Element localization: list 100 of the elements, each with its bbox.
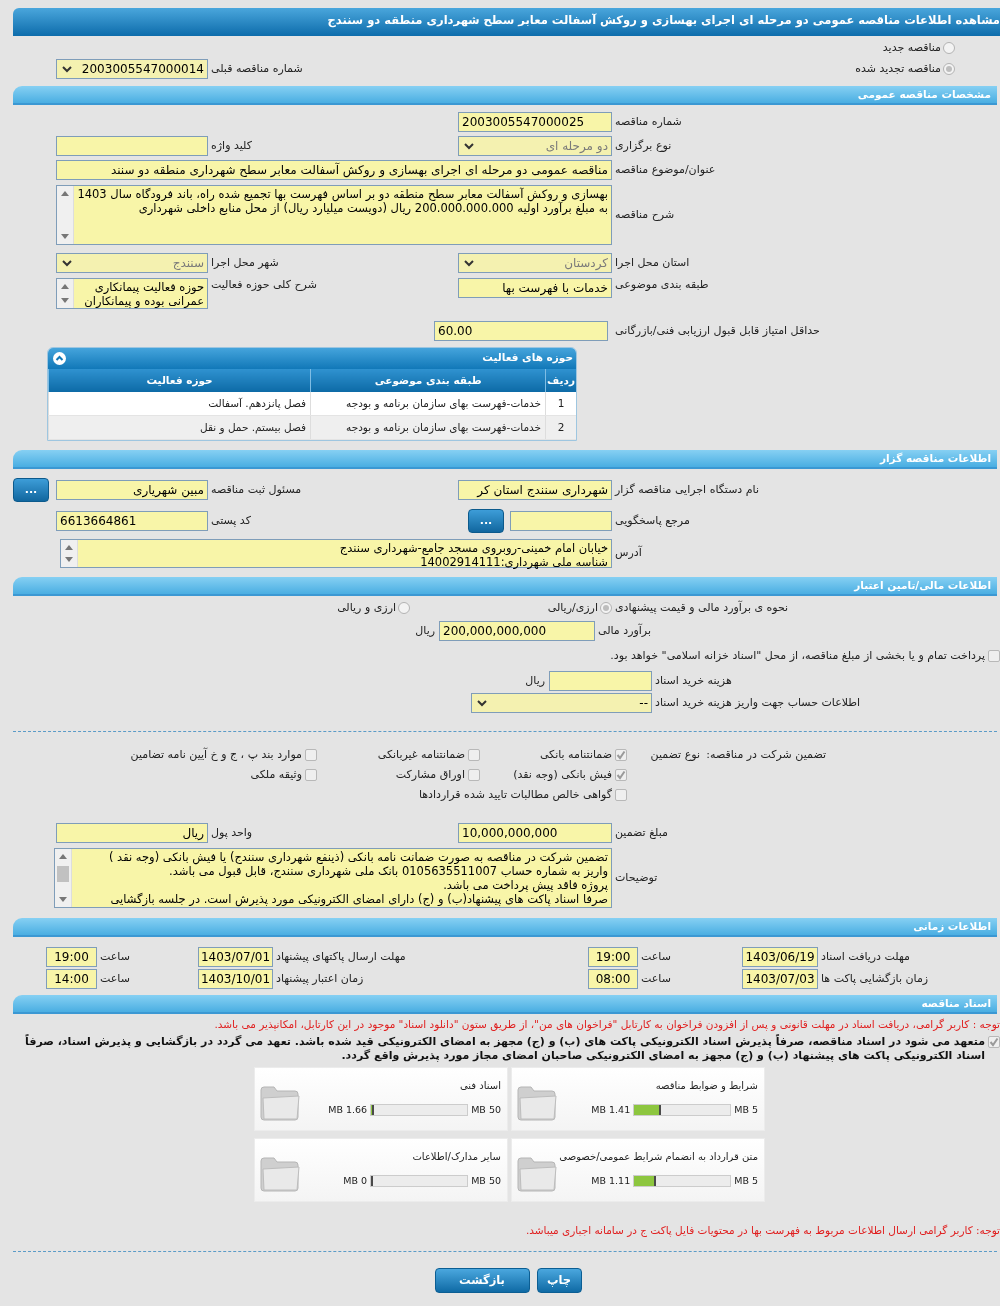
file-name: اسناد فنی <box>460 1079 501 1093</box>
field-label: کلید واژه <box>210 139 253 154</box>
column-header: طبقه بندی موضوعی <box>310 369 546 393</box>
text-area[interactable]: بهسازی و روکش آسفالت معابر سطح منطقه دو بر اساس فهرست بها تجمیع شده راه، باند فرودگاه سال 1403 به مبلغ برآورد اولیه 200.000.000.000 ریال (دویست میلیارد ریال) از محل منابع داخلی شهرداری <box>56 185 612 246</box>
checkbox[interactable] <box>615 769 627 782</box>
input-field[interactable] <box>510 510 612 531</box>
action-button[interactable]: بازگشت <box>434 1267 530 1293</box>
ellipsis-button[interactable]: ... <box>468 508 504 533</box>
input-field[interactable]: 10,000,000,000 <box>458 823 612 844</box>
radio-button[interactable] <box>943 42 955 55</box>
panel-title: حوزه های فعالیت <box>482 351 573 366</box>
table-cell: خدمات-فهرست بهای سازمان برنامه و بودجه <box>310 392 546 416</box>
folder-icon <box>259 1155 301 1194</box>
input-field[interactable]: ریال <box>56 823 208 844</box>
field-label: مبلغ تضمین <box>614 826 669 841</box>
input-field[interactable]: 08:00 <box>588 969 638 990</box>
table-cell: 2 <box>545 415 576 440</box>
chevron-icon <box>62 66 72 74</box>
file-size: 1.11 MB <box>591 1175 631 1188</box>
input-field[interactable]: 1403/07/01 <box>198 947 273 968</box>
field-label: عنوان/موضوع مناقصه <box>614 163 717 178</box>
field-label: نام دستگاه اجرایی مناقصه گزار <box>613 482 760 498</box>
text-area[interactable]: خیابان امام خمینی-روبروی مسجد جامع-شهرداری سنندج شناسه ملی شهرداری:14002914111 <box>60 538 612 568</box>
field-label: نوع برگزاری <box>614 139 673 154</box>
checkbox[interactable] <box>615 789 627 802</box>
input-field[interactable]: 1403/06/19 <box>742 947 818 968</box>
radio-button[interactable] <box>398 602 410 615</box>
checkbox[interactable] <box>988 1036 1000 1049</box>
input-field[interactable]: 1403/10/01 <box>198 969 273 990</box>
column-header: حوزه فعالیت <box>48 369 311 393</box>
input-field[interactable]: 19:00 <box>588 947 638 968</box>
field-label: توضیحات <box>614 871 659 886</box>
checkbox[interactable] <box>615 749 627 762</box>
section-header: اسناد مناقصه <box>13 995 997 1015</box>
down-arrow-icon <box>65 556 73 562</box>
field-label: هزینه خرید اسناد <box>654 674 733 689</box>
input-field[interactable]: مناقصه عمومی دو مرحله ای اجرای بهسازی و روکش آسفالت معابر سطح شهرداری منطقه دو سنند <box>56 160 612 181</box>
checkbox-label: موارد بند پ ، ج و خ آیین نامه تضامین <box>130 748 302 762</box>
scrollbar[interactable] <box>55 849 72 908</box>
dropdown-field[interactable]: 2003005547000014 <box>56 59 208 80</box>
radio-button[interactable] <box>943 63 955 76</box>
file-size: 1.66 MB <box>328 1104 368 1117</box>
section-header: اطلاعات مالی/تامین اعتبار <box>13 576 997 596</box>
input-field[interactable]: 19:00 <box>46 947 97 968</box>
size-limit: 5 MB <box>734 1104 758 1117</box>
scrollbar[interactable] <box>61 539 78 567</box>
text-area[interactable]: حوزه فعالیت پیمانکاری عمرانی بوده و پیمانکاران <box>56 278 208 310</box>
collapse-icon <box>53 352 66 366</box>
field-label: واحد پول <box>210 826 254 841</box>
field-label: زمان بازگشایی پاکت ها <box>820 972 930 987</box>
input-field[interactable]: خدمات با فهرست بها <box>458 278 612 299</box>
chevron-icon <box>62 260 72 268</box>
checkbox-label: گواهی خالص مطالبات تایید شده قراردادها <box>418 788 612 802</box>
section-header: مشخصات مناقصه عمومی <box>13 86 997 106</box>
input-field[interactable]: 2003005547000025 <box>458 112 612 133</box>
checkbox-label: ضمانتنامه بانکی <box>539 748 612 762</box>
checkbox[interactable] <box>988 650 1000 663</box>
chevron-icon <box>464 260 474 268</box>
input-field[interactable]: 6613664861 <box>56 510 208 531</box>
file-name: سایر مدارک/اطلاعات <box>412 1150 501 1164</box>
input-field[interactable] <box>549 671 652 692</box>
text-area[interactable]: تضمین شرکت در مناقصه به صورت ضمانت نامه بانکی (ذینفع شهرداری سنندج) یا فیش بانکی (وجه نقد ) واریز به شماره حساب 0105635511007 بانک ملی شهرداری سنندج، قابل قبول می باشد. پروژه فاقد پیش پرداخت می باشد. صرفا اسناد پاکت های پیشنهاد(ب) و (ج) دارای امضای الکترونیکی مورد پذیرش است. در جلسه بازگشایی <box>54 848 612 909</box>
input-field[interactable]: 1403/07/03 <box>742 969 818 990</box>
field-label: ساعت <box>99 972 131 987</box>
input-field[interactable] <box>56 136 208 157</box>
input-field[interactable]: 200,000,000,000 <box>439 621 595 642</box>
field-label: مسئول ثبت مناقصه <box>210 482 303 498</box>
option-label: ارزی و ریالی <box>337 600 396 614</box>
down-arrow-icon <box>61 298 69 304</box>
checkbox-label: پرداخت تمام و یا بخشی از مبلغ مناقصه، از محل "اسناد خزانه اسلامی" خواهد بود. <box>610 649 985 664</box>
input-field[interactable]: مبین شهریاری <box>56 479 208 500</box>
field-label: آدرس <box>614 546 643 561</box>
scrollbar[interactable] <box>57 279 74 309</box>
size-limit: 5 MB <box>734 1175 758 1188</box>
scrollbar[interactable] <box>57 186 74 245</box>
radio-button[interactable] <box>600 602 612 615</box>
unit-label: ریال <box>525 674 546 689</box>
checkbox[interactable] <box>305 769 317 782</box>
ellipsis-button[interactable]: ... <box>13 477 49 502</box>
unit-label: ریال <box>415 624 436 639</box>
action-button[interactable]: چاپ <box>536 1267 582 1293</box>
notice-text: توجه : کاربر گرامی، دریافت اسناد در مهلت قانونی و پس از افزودن فراخوان به کارتابل "فراخوان های من"، از طریق ستون "دانلود اسناد" موجود در این کارتابل، امکانپذیر می باشد. <box>213 1018 1000 1033</box>
field-label: شهر محل اجرا <box>210 256 280 271</box>
input-field[interactable]: شهرداری سنندج استان کر <box>458 479 612 500</box>
field-label: ساعت <box>640 950 672 965</box>
field-label: شماره مناقصه قبلی <box>210 62 304 77</box>
folder-icon <box>259 1084 301 1123</box>
checkbox[interactable] <box>468 769 480 782</box>
field-label: اطلاعات حساب جهت واریز هزینه خرید اسناد <box>654 696 862 711</box>
option-label: ارزی/ریالی <box>547 600 598 614</box>
dropdown-field[interactable]: -- <box>471 693 652 714</box>
input-field[interactable]: 14:00 <box>46 969 97 990</box>
field-label: مرجع پاسخگویی <box>614 513 691 529</box>
notice-text: توجه: کاربر گرامی ارسال اطلاعات مربوط به فهرست بها در محتویات فایل پاکت ج در سامانه اجباری میباشد. <box>524 1224 1000 1238</box>
chevron-icon <box>477 700 487 708</box>
checkbox[interactable] <box>305 749 317 762</box>
input-field[interactable]: 60.00 <box>434 321 608 342</box>
field-label: استان محل اجرا <box>614 256 691 271</box>
checkbox[interactable] <box>468 749 480 762</box>
checkbox-label: ضمانتنامه غیربانکی <box>377 748 465 762</box>
